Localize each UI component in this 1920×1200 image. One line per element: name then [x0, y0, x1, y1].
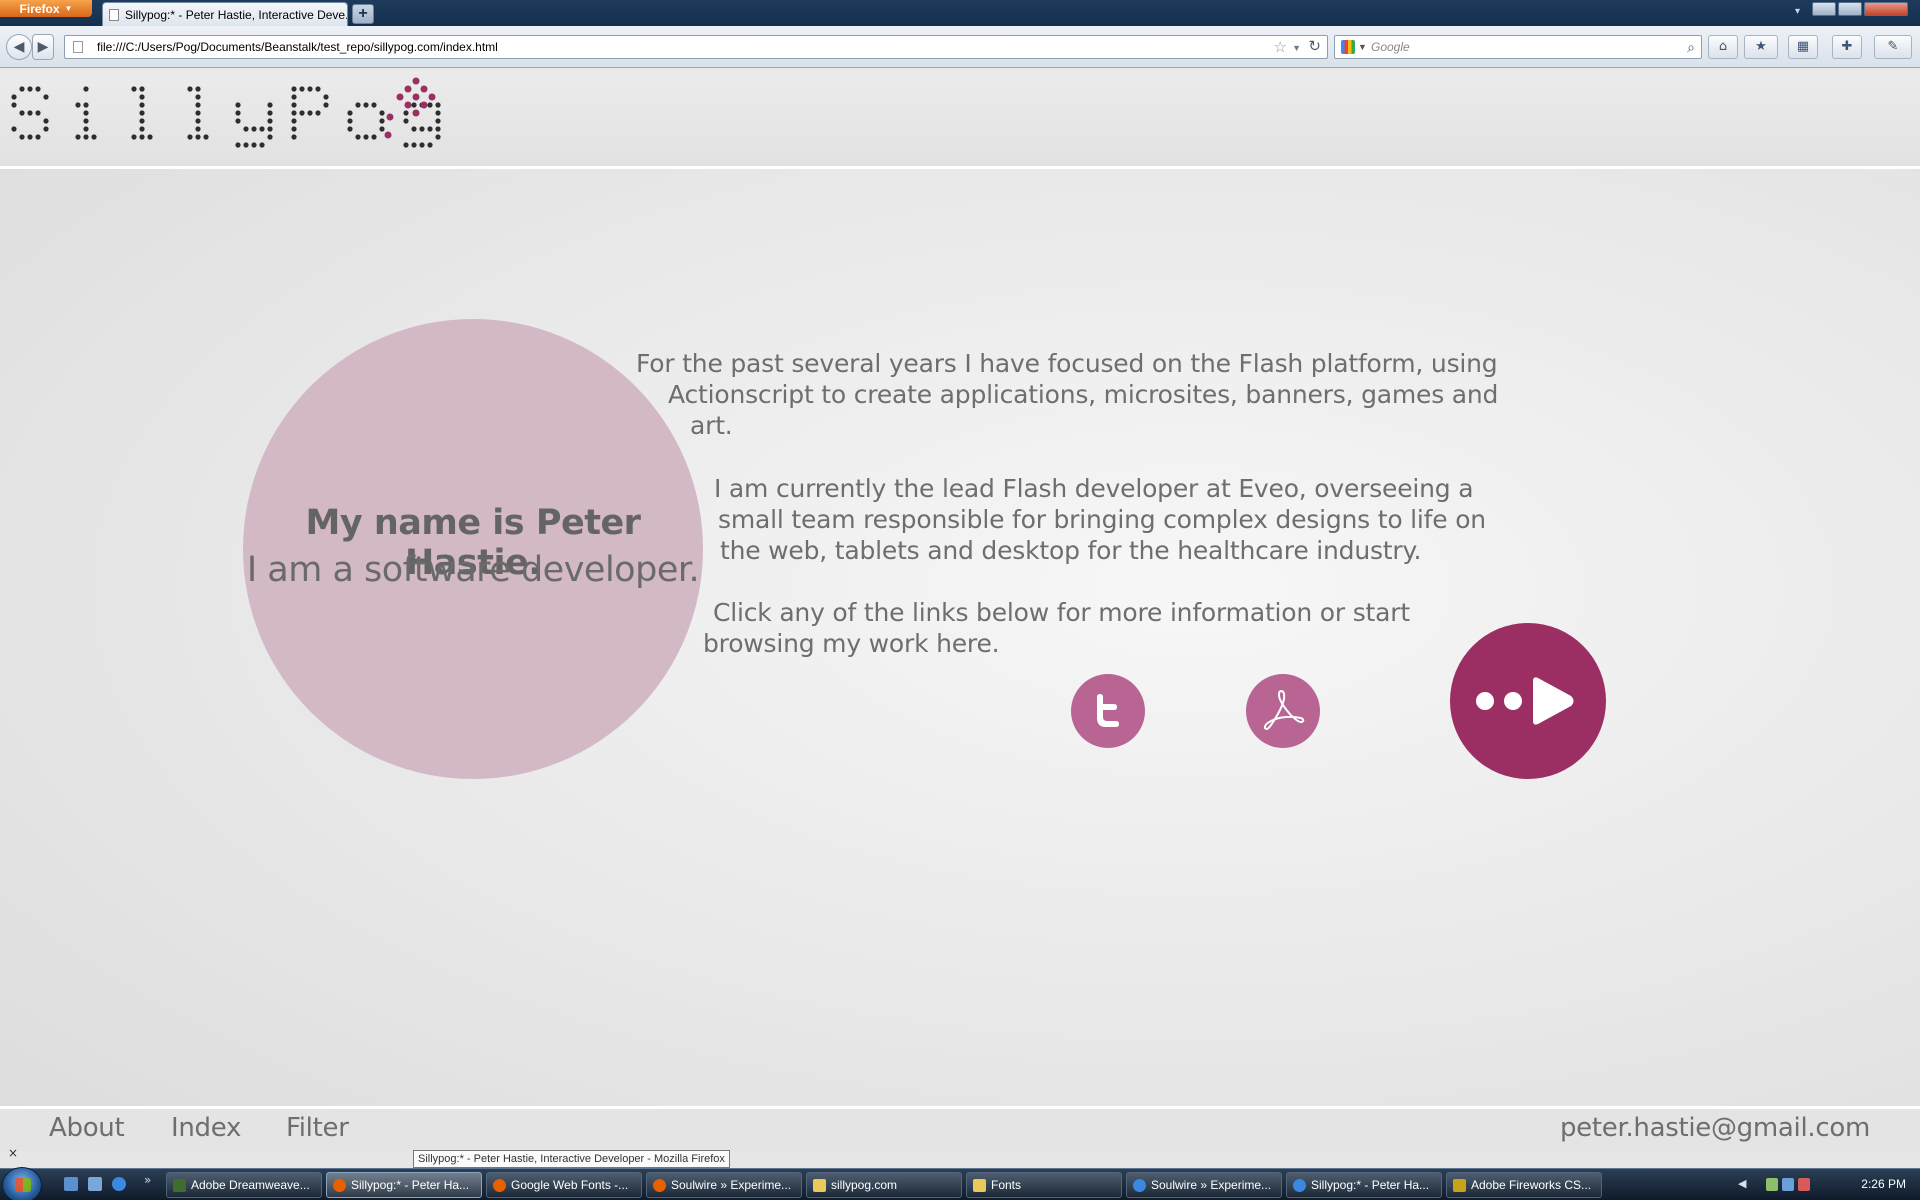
- page-content: My name is Peter Hastie. I am a software…: [0, 69, 1920, 1151]
- bio-line: I am currently the lead Flash developer …: [714, 474, 1474, 503]
- fireworks-icon: [1453, 1179, 1466, 1192]
- internet-explorer-icon[interactable]: [112, 1177, 126, 1191]
- tab-list-icon[interactable]: ▾: [1795, 6, 1800, 17]
- taskbar-item-firefox-sillypog[interactable]: Sillypog:* - Peter Ha...: [326, 1172, 482, 1198]
- new-tab-button[interactable]: +: [352, 4, 374, 24]
- resume-pdf-link[interactable]: [1246, 674, 1320, 748]
- footer-email-link[interactable]: peter.hastie@gmail.com: [1560, 1113, 1870, 1143]
- taskbar-item-firefox-google-fonts[interactable]: Google Web Fonts -...: [486, 1172, 642, 1198]
- firefox-icon: [493, 1179, 506, 1192]
- history-dropdown-icon[interactable]: ▼: [1292, 37, 1301, 59]
- taskbar-item-ie-sillypog[interactable]: Sillypog:* - Peter Ha...: [1286, 1172, 1442, 1198]
- addon-icon[interactable]: ✚: [1832, 35, 1862, 59]
- search-icon[interactable]: ⌕: [1687, 36, 1695, 58]
- extension-icon[interactable]: ✎: [1874, 35, 1912, 59]
- site-header: [0, 69, 1920, 169]
- taskbar-item-folder-sillypog[interactable]: sillypog.com: [806, 1172, 962, 1198]
- system-tray: ◀ 2:26 PM: [1720, 1169, 1920, 1200]
- close-icon[interactable]: ×: [8, 1146, 18, 1160]
- browser-tab[interactable]: Sillypog:* - Peter Hastie, Interactive D…: [102, 2, 348, 26]
- bio-line: Actionscript to create applications, mic…: [668, 380, 1499, 409]
- footer-filter-link[interactable]: Filter: [286, 1113, 349, 1143]
- navigation-toolbar: ◀ ▶ file:///C:/Users/Pog/Documents/Beans…: [0, 26, 1920, 68]
- taskbar-item-ie-soulwire[interactable]: Soulwire » Experime...: [1126, 1172, 1282, 1198]
- folder-icon: [973, 1179, 986, 1192]
- taskbar-item-label: Soulwire » Experime...: [1151, 1178, 1272, 1192]
- start-button[interactable]: [2, 1167, 42, 1200]
- bio-line: For the past several years I have focuse…: [636, 349, 1498, 378]
- search-input[interactable]: Google: [1371, 40, 1410, 54]
- bio-line: small team responsible for bringing comp…: [718, 505, 1486, 534]
- bookmarks-icon[interactable]: ★: [1744, 35, 1778, 59]
- internet-explorer-icon: [1133, 1179, 1146, 1192]
- internet-explorer-icon: [1293, 1179, 1306, 1192]
- firefox-icon: [333, 1179, 346, 1192]
- taskbar-item-label: sillypog.com: [831, 1178, 898, 1192]
- forward-icon[interactable]: ▶: [32, 34, 54, 60]
- taskbar-item-label: Adobe Dreamweave...: [191, 1178, 310, 1192]
- close-window-button[interactable]: [1864, 2, 1908, 16]
- bio-line: Click any of the links below for more in…: [713, 598, 1410, 627]
- twitter-icon: [1097, 694, 1119, 727]
- quick-launch-chevron-icon[interactable]: »: [144, 1173, 151, 1187]
- network-icon[interactable]: [1782, 1178, 1794, 1191]
- show-hidden-icons-icon[interactable]: ◀: [1738, 1177, 1746, 1190]
- chevron-down-icon: ▼: [64, 4, 73, 13]
- window-titlebar: Firefox ▼ Sillypog:* - Peter Hastie, Int…: [0, 0, 1920, 26]
- reload-icon[interactable]: ↻: [1308, 36, 1321, 58]
- back-icon[interactable]: ◀: [6, 34, 32, 60]
- url-bar[interactable]: file:///C:/Users/Pog/Documents/Beanstalk…: [64, 35, 1328, 59]
- taskbar-clock[interactable]: 2:26 PM: [1861, 1177, 1906, 1191]
- taskbar-item-fireworks[interactable]: Adobe Fireworks CS...: [1446, 1172, 1602, 1198]
- url-text: file:///C:/Users/Pog/Documents/Beanstalk…: [97, 40, 498, 54]
- window-controls: [1812, 2, 1908, 16]
- search-engine-dropdown-icon[interactable]: ▼: [1358, 36, 1367, 58]
- bio-line: browsing my work here.: [703, 629, 1000, 658]
- acrobat-pdf-icon: [1263, 690, 1305, 730]
- firefox-icon: [653, 1179, 666, 1192]
- taskbar-item-label: Sillypog:* - Peter Ha...: [351, 1178, 470, 1192]
- minimize-button[interactable]: [1812, 2, 1836, 16]
- grid-icon[interactable]: ▦: [1788, 35, 1818, 59]
- show-desktop-icon[interactable]: [64, 1177, 78, 1191]
- google-icon[interactable]: [1341, 40, 1355, 54]
- tray-app-icon[interactable]: [1766, 1178, 1778, 1191]
- windows-taskbar: » Adobe Dreamweave... Sillypog:* - Peter…: [0, 1167, 1920, 1200]
- search-bar[interactable]: ▼ Google ⌕: [1334, 35, 1702, 59]
- taskbar-item-label: Fonts: [991, 1178, 1022, 1192]
- maximize-button[interactable]: [1838, 2, 1862, 16]
- taskbar-item-label: Google Web Fonts -...: [511, 1178, 629, 1192]
- bio-paragraph-3: Click any of the links below for more in…: [703, 597, 1410, 659]
- window-tooltip: Sillypog:* - Peter Hastie, Interactive D…: [413, 1150, 730, 1168]
- volume-icon[interactable]: [1798, 1178, 1810, 1191]
- window-switcher-icon[interactable]: [88, 1177, 102, 1191]
- site-footer: About Index Filter peter.hastie@gmail.co…: [0, 1106, 1920, 1151]
- folder-icon: [813, 1179, 826, 1192]
- taskbar-item-folder-fonts[interactable]: Fonts: [966, 1172, 1122, 1198]
- tab-title: Sillypog:* - Peter Hastie, Interactive D…: [125, 7, 348, 22]
- taskbar-item-firefox-soulwire[interactable]: Soulwire » Experime...: [646, 1172, 802, 1198]
- taskbar-item-label: Soulwire » Experime...: [671, 1178, 792, 1192]
- taskbar-item-dreamweaver[interactable]: Adobe Dreamweave...: [166, 1172, 322, 1198]
- page-icon: [109, 8, 119, 21]
- taskbar-item-label: Sillypog:* - Peter Ha...: [1311, 1178, 1430, 1192]
- bio-paragraph-1: For the past several years I have focuse…: [636, 348, 1498, 441]
- intro-role: I am a software developer.: [246, 550, 700, 590]
- page-icon: [73, 41, 83, 53]
- home-icon[interactable]: ⌂: [1708, 35, 1738, 59]
- play-icon: [1476, 677, 1574, 725]
- browse-work-button[interactable]: [1450, 623, 1606, 779]
- bio-paragraph-2: I am currently the lead Flash developer …: [714, 473, 1486, 566]
- dreamweaver-icon: [173, 1179, 186, 1192]
- twitter-link[interactable]: [1071, 674, 1145, 748]
- taskbar-item-label: Adobe Fireworks CS...: [1471, 1178, 1592, 1192]
- bio-line: art.: [690, 411, 733, 440]
- footer-index-link[interactable]: Index: [171, 1113, 241, 1143]
- firefox-menu-label: Firefox: [19, 1, 60, 16]
- firefox-menu-button[interactable]: Firefox ▼: [0, 0, 92, 17]
- star-icon[interactable]: ☆: [1274, 37, 1287, 59]
- sillypog-logo[interactable]: [10, 77, 450, 165]
- bio-line: the web, tablets and desktop for the hea…: [720, 536, 1422, 565]
- footer-about-link[interactable]: About: [49, 1113, 125, 1143]
